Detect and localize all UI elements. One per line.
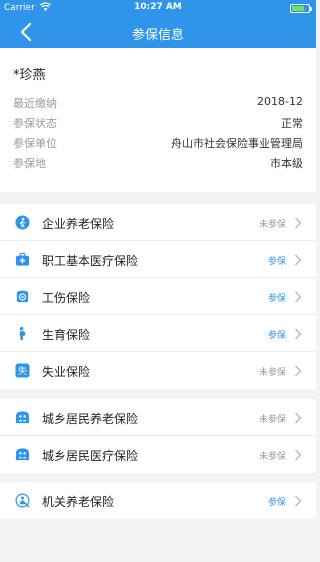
list-item-label: 城乡居民医疗保险 (42, 449, 139, 463)
list-item-resident-medical[interactable]: 城乡居民医疗保险 未参保 (0, 436, 316, 473)
list-item-resident-pension[interactable]: 城乡居民养老保险 未参保 (0, 399, 316, 436)
enrollment-status: 参保 (267, 294, 286, 304)
info-label: 最近缴纳 (13, 97, 57, 110)
insurance-group-employee: 企业养老保险 未参保 职工基本医疗保险 参保 工伤保险 参保 生育保险 参保 失… (0, 204, 316, 389)
list-item-institution-pension[interactable]: 机关养老保险 参保 (0, 482, 316, 519)
unemployment-icon: 失 (15, 363, 30, 378)
page-title: 参保信息 (131, 28, 184, 43)
chevron-right-icon (295, 291, 302, 303)
info-value: 市本级 (270, 157, 303, 170)
list-item-label: 失业保险 (42, 365, 91, 379)
battery-icon (290, 4, 312, 13)
unemployment-icon-glyph: 失 (18, 365, 28, 377)
list-item-employee-medical[interactable]: 职工基本医疗保险 参保 (0, 241, 316, 278)
institution-pension-icon (15, 493, 30, 508)
info-value: 2018-12 (257, 95, 303, 108)
status-time: 10:27 AM (134, 2, 182, 12)
enrollment-status: 参保 (267, 257, 286, 267)
info-value: 正常 (281, 117, 303, 130)
info-value: 舟山市社会保险事业管理局 (171, 137, 303, 150)
enrollment-status: 未参保 (258, 452, 286, 462)
list-item-label: 企业养老保险 (42, 217, 115, 231)
enrollment-status: 参保 (267, 498, 286, 508)
injury-badge-icon (16, 290, 29, 303)
enrollment-status: 参保 (267, 331, 286, 341)
status-bar: Carrier 10:27 AM (0, 0, 316, 16)
enrollment-status: 未参保 (258, 415, 286, 425)
resident-pension-icon (15, 411, 30, 424)
maternity-icon (19, 326, 26, 341)
insurance-group-resident: 城乡居民养老保险 未参保 城乡居民医疗保险 未参保 (0, 399, 316, 473)
info-row-status: 参保状态 正常 (13, 115, 303, 133)
medical-kit-icon (15, 252, 30, 266)
info-row-location: 参保地 市本级 (13, 155, 303, 173)
insurance-group-institution: 机关养老保险 参保 (0, 482, 316, 519)
chevron-right-icon (295, 365, 302, 377)
info-label: 参保地 (13, 157, 46, 170)
resident-medical-icon (15, 448, 30, 461)
battery-level (292, 6, 304, 11)
list-item-unemployment[interactable]: 失 失业保险 未参保 (0, 352, 316, 389)
nav-bar: 参保信息 (0, 16, 316, 48)
chevron-right-icon (295, 449, 302, 461)
chevron-right-icon (295, 412, 302, 424)
person-name: *珍燕 (13, 68, 46, 83)
list-item-enterprise-pension[interactable]: 企业养老保险 未参保 (0, 204, 316, 241)
chevron-right-icon (295, 495, 302, 507)
chevron-right-icon (295, 254, 302, 266)
info-row-last-payment: 最近缴纳 2018-12 (13, 95, 303, 113)
list-item-label: 生育保险 (42, 328, 91, 342)
info-label: 参保状态 (13, 117, 57, 130)
info-label: 参保单位 (13, 137, 57, 150)
enrollment-status: 未参保 (258, 220, 286, 230)
list-item-work-injury[interactable]: 工伤保险 参保 (0, 278, 316, 315)
list-item-label: 职工基本医疗保险 (42, 254, 139, 268)
chevron-right-icon (295, 217, 302, 229)
pension-person-icon (15, 215, 30, 230)
info-row-employer: 参保单位 舟山市社会保险事业管理局 (13, 135, 303, 153)
list-item-maternity[interactable]: 生育保险 参保 (0, 315, 316, 352)
chevron-right-icon (295, 328, 302, 340)
list-item-label: 城乡居民养老保险 (42, 412, 139, 426)
person-info-card: *珍燕 最近缴纳 2018-12 参保状态 正常 参保单位 舟山市社会保险事业管… (0, 48, 316, 192)
enrollment-status: 未参保 (258, 368, 286, 378)
list-item-label: 工伤保险 (42, 291, 91, 305)
list-item-label: 机关养老保险 (42, 495, 115, 509)
